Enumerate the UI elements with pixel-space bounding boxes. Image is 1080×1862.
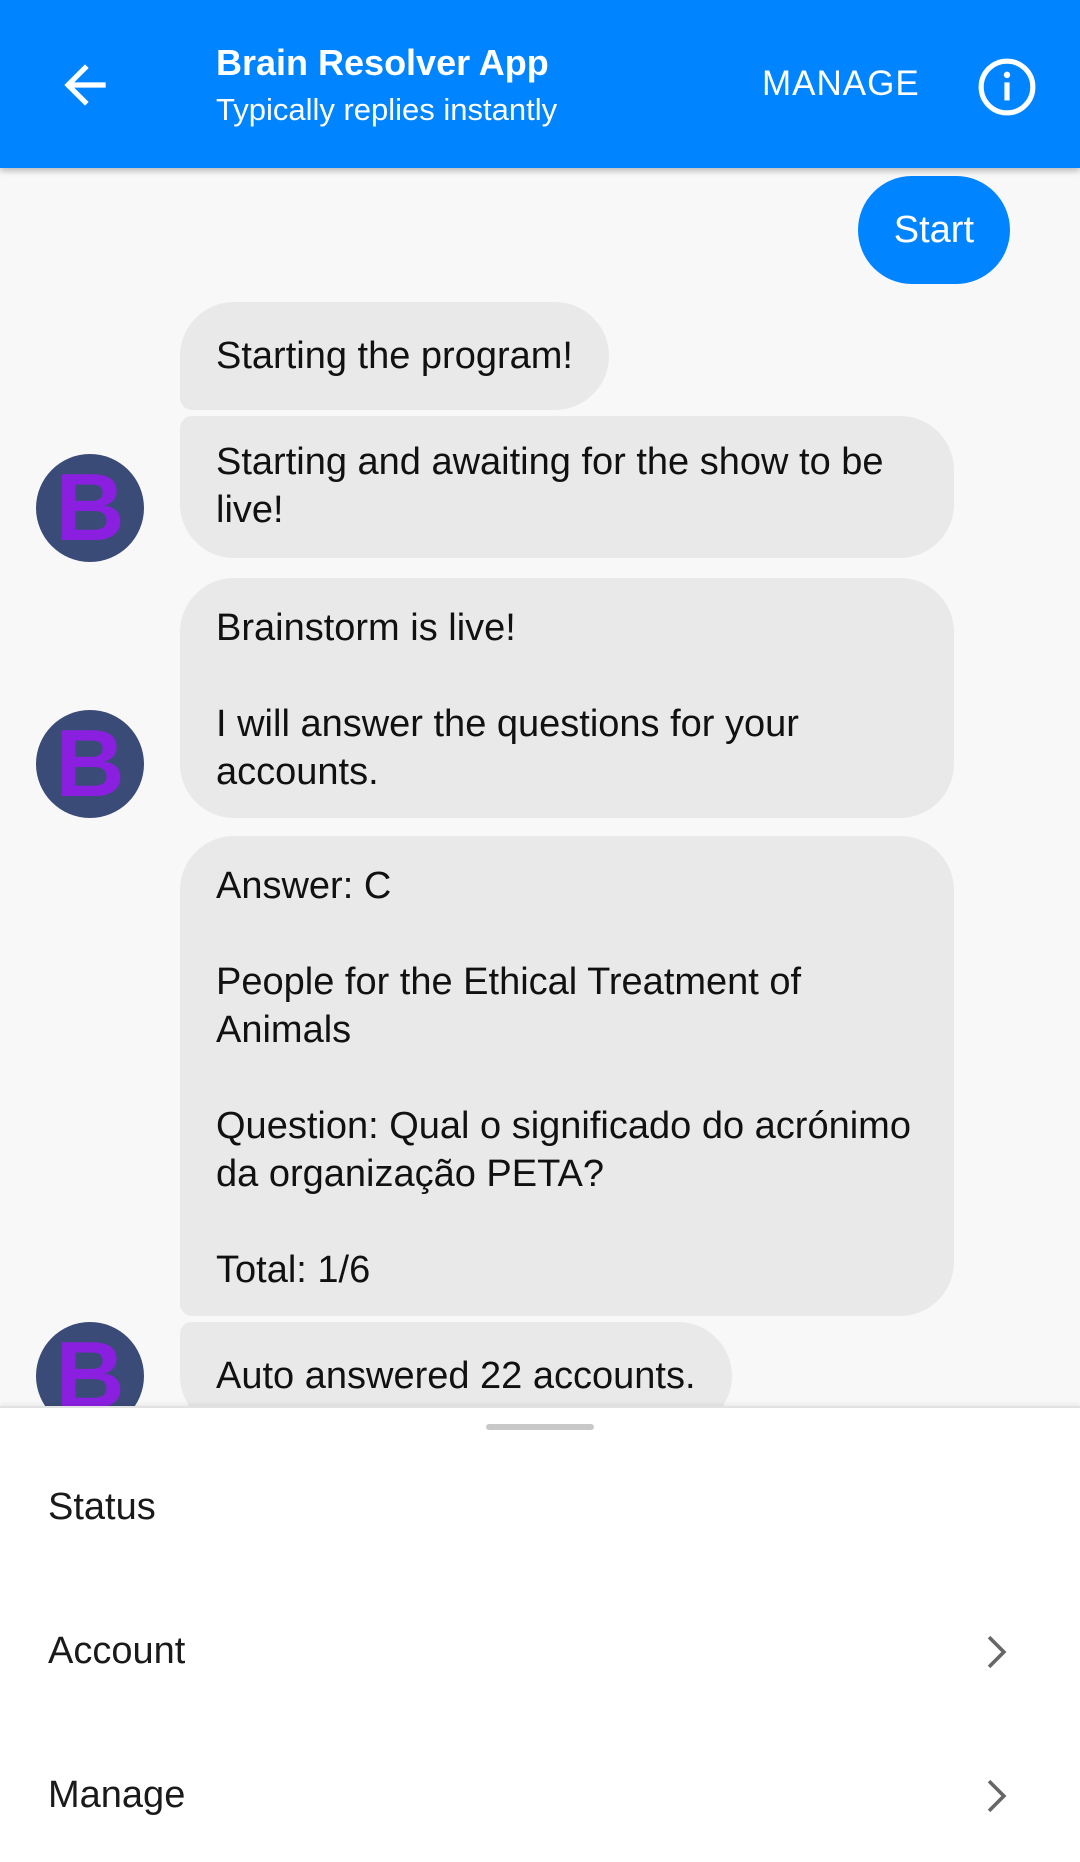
arrow-left-icon[interactable] — [54, 54, 116, 116]
app-header: Brain Resolver App Typically replies ins… — [0, 0, 1080, 168]
svg-text:B: B — [55, 1322, 124, 1406]
chat-title[interactable]: Brain Resolver App — [216, 42, 549, 84]
incoming-message: Brainstorm is live! I will answer the qu… — [180, 578, 954, 818]
bottom-sheet-menu: Status Account Manage — [0, 1406, 1080, 1862]
menu-item-label: Status — [48, 1486, 156, 1528]
incoming-message: Starting and awaiting for the show to be… — [180, 416, 954, 558]
manage-button[interactable]: MANAGE — [762, 64, 920, 104]
avatar: B — [36, 710, 144, 818]
chevron-right-icon — [972, 1630, 1016, 1674]
incoming-message: Starting the program! — [180, 302, 609, 410]
avatar: B — [36, 1322, 144, 1406]
svg-text:B: B — [55, 710, 124, 817]
chevron-right-icon — [972, 1774, 1016, 1818]
drag-handle[interactable] — [486, 1424, 594, 1430]
info-icon[interactable] — [976, 56, 1038, 118]
outgoing-message: Start — [857, 176, 1010, 284]
menu-item-status[interactable]: Status — [0, 1448, 1080, 1568]
svg-text:B: B — [55, 454, 124, 561]
message-list[interactable]: Start Starting the program! Starting and… — [0, 168, 1080, 1406]
menu-item-label: Account — [48, 1630, 186, 1672]
menu-item-label: Manage — [48, 1774, 186, 1816]
chat-subtitle: Typically replies instantly — [216, 92, 558, 127]
incoming-message: Auto answered 22 accounts. — [180, 1322, 732, 1406]
menu-item-account[interactable]: Account — [0, 1592, 1080, 1712]
incoming-message: Answer: C People for the Ethical Treatme… — [180, 836, 954, 1316]
avatar: B — [36, 454, 144, 562]
menu-item-manage[interactable]: Manage — [0, 1736, 1080, 1856]
